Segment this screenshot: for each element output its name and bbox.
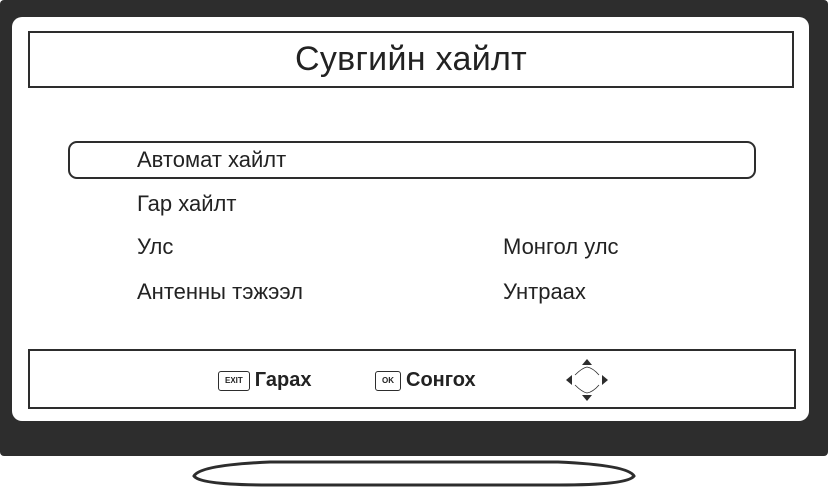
menu-item-country[interactable]: Улс Монгол улс (68, 228, 756, 266)
menu-item-value: Монгол улс (503, 234, 619, 259)
ok-hint[interactable]: OK Сонгох (375, 369, 476, 392)
title-bar: Сувгийн хайлт (28, 31, 794, 88)
menu-item-label: Антенны тэжээл (137, 279, 303, 304)
tv-stand (192, 460, 636, 487)
menu-item-label: Гар хайлт (137, 191, 237, 216)
exit-hint[interactable]: EXIT Гарах (218, 369, 311, 392)
menu-item-label: Автомат хайлт (137, 147, 287, 172)
exit-key-badge: EXIT (218, 370, 250, 391)
menu-item-label: Улс (137, 234, 174, 259)
menu-item-antenna-power[interactable]: Антенны тэжээл Унтраах (68, 273, 756, 311)
four-direction-arrows-icon (566, 359, 608, 401)
ok-key-badge: OK (375, 370, 401, 391)
menu-item-auto-search[interactable]: Автомат хайлт (68, 141, 756, 179)
exit-label: Гарах (254, 369, 312, 391)
menu-item-manual-search[interactable]: Гар хайлт (68, 185, 756, 223)
menu-item-value: Унтраах (503, 279, 586, 304)
footer-hint-bar: EXIT Гарах OK Сонгох (28, 349, 796, 409)
page-title: Сувгийн хайлт (294, 40, 528, 78)
ok-label: Сонгох (406, 369, 476, 391)
